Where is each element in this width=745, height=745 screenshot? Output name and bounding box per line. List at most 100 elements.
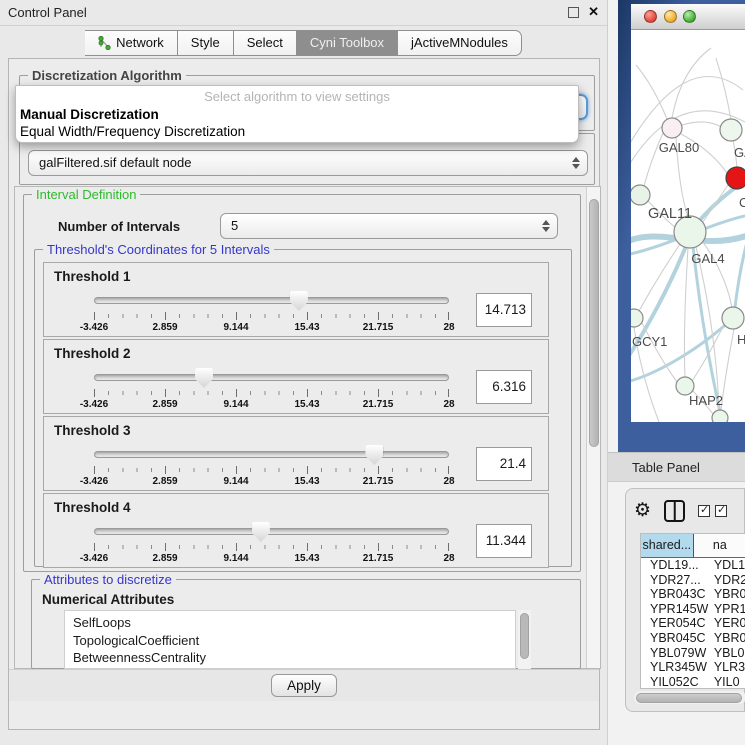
number-of-intervals-combo[interactable]: 5 <box>220 213 558 239</box>
slider-scale-labels: -3.4262.8599.14415.4321.71528 <box>94 553 449 565</box>
table-row[interactable]: YER054C YER0 <box>641 616 745 631</box>
slider-handle[interactable] <box>195 368 213 388</box>
minimize-traffic-light-icon[interactable] <box>664 10 677 23</box>
slider-handle[interactable] <box>365 445 383 465</box>
cyni-toolbox-panel: Discretization Algorithm Select algorith… <box>8 58 600 730</box>
attribute-list-item[interactable]: SelfLoops <box>73 614 515 632</box>
columns-icon[interactable] <box>664 500 685 522</box>
screen: Control Panel ✕ Network <box>0 0 745 745</box>
control-panel-titlebar: Control Panel ✕ <box>0 0 607 26</box>
slider-track[interactable] <box>94 528 449 535</box>
attribute-list-item[interactable]: BetweennessCentrality <box>73 649 515 667</box>
slider-track[interactable] <box>94 374 449 381</box>
network-node <box>631 185 650 205</box>
table-cell: YBR045C <box>641 631 710 646</box>
slider-track[interactable] <box>94 297 449 304</box>
top-tab[interactable]: Network <box>85 30 178 56</box>
table-row[interactable]: YPR145W YPR1 <box>641 602 745 617</box>
float-window-icon[interactable] <box>568 7 579 18</box>
combo-arrows-icon <box>542 220 550 232</box>
close-window-icon[interactable]: ✕ <box>588 4 599 20</box>
network-window-titlebar <box>631 4 745 30</box>
table-panel-titlebar: Table Panel <box>608 452 745 482</box>
table-body: YDL19... YDL1 YDR27... YDR2 YBR043C YBR0… <box>641 558 745 689</box>
table-cell: YBR0 <box>710 587 745 602</box>
threshold-value-field[interactable]: 21.4 <box>476 447 532 481</box>
threshold-slider[interactable]: -3.4262.8599.14415.4321.71528 <box>94 368 449 412</box>
node-label: GCY1 <box>632 334 667 349</box>
top-tab[interactable]: Cyni Toolbox <box>297 30 398 56</box>
table-data-combo[interactable]: galFiltered.sif default node <box>28 150 588 176</box>
tick-label: -3.426 <box>80 553 108 564</box>
threshold-value-field[interactable]: 14.713 <box>476 293 532 327</box>
network-tab-icon <box>98 36 111 50</box>
top-tab[interactable]: Select <box>234 30 297 56</box>
network-node <box>631 309 643 327</box>
tick-label: 28 <box>443 553 454 564</box>
algorithm-option-manual[interactable]: Manual Discretization <box>20 107 574 123</box>
table-panel-toolbar: ⚙ <box>634 497 744 525</box>
table-row[interactable]: YBR043C YBR0 <box>641 587 745 602</box>
slider-scale-labels: -3.4262.8599.14415.4321.71528 <box>94 476 449 488</box>
table-cell: YER054C <box>641 616 710 631</box>
threshold-value-field[interactable]: 11.344 <box>476 524 532 558</box>
threshold-slider[interactable]: -3.4262.8599.14415.4321.71528 <box>94 445 449 489</box>
network-node <box>662 118 682 138</box>
table-header-row: shared... na <box>641 534 745 558</box>
slider-ticks <box>94 543 449 552</box>
table-cell: YDR2 <box>710 573 745 588</box>
interval-definition-title: Interval Definition <box>32 187 140 202</box>
right-column: GAL80 GA C GAL11 GAL4 GCY1 H HAP2 Table … <box>608 0 745 745</box>
table-cell: YIL0 <box>710 675 745 689</box>
algorithm-option-equal-width[interactable]: Equal Width/Frequency Discretization <box>20 124 574 140</box>
control-panel-window: Control Panel ✕ Network <box>0 0 608 745</box>
tick-label: 15.43 <box>294 399 319 410</box>
tick-label: 9.144 <box>223 399 248 410</box>
tick-label: 2.859 <box>152 553 177 564</box>
slider-handle[interactable] <box>290 291 308 311</box>
tick-label: 21.715 <box>363 553 394 564</box>
threshold-slider[interactable]: -3.4262.8599.14415.4321.71528 <box>94 522 449 566</box>
tab-label: jActiveMNodules <box>411 31 508 55</box>
table-cell: YBL0 <box>710 646 745 661</box>
table-cell: YDL1 <box>710 558 745 573</box>
table-horizontal-scrollbar[interactable] <box>634 691 745 704</box>
apply-button[interactable]: Apply <box>271 674 337 697</box>
threshold-value-field[interactable]: 6.316 <box>476 370 532 404</box>
network-canvas[interactable]: GAL80 GA C GAL11 GAL4 GCY1 H HAP2 <box>631 30 745 422</box>
table-row[interactable]: YBR045C YBR0 <box>641 631 745 646</box>
zoom-traffic-light-icon[interactable] <box>683 10 696 23</box>
slider-track[interactable] <box>94 451 449 458</box>
column-header-shared[interactable]: shared... <box>641 534 694 557</box>
attribute-list-scrollbar[interactable] <box>518 610 531 669</box>
attribute-list-item[interactable]: TopologicalCoefficient <box>73 632 515 650</box>
threshold-panel: Threshold 3 -3.4262.8599.14415.4321.7152… <box>43 416 549 491</box>
tick-label: 9.144 <box>223 322 248 333</box>
slider-handle[interactable] <box>252 522 270 542</box>
threshold-label: Threshold 4 <box>54 500 131 515</box>
top-tab-bar: Network Style Select Cyni Toolbox jActiv… <box>0 30 607 56</box>
close-traffic-light-icon[interactable] <box>644 10 657 23</box>
threshold-slider[interactable]: -3.4262.8599.14415.4321.71528 <box>94 291 449 335</box>
thresholds-group: Threshold's Coordinates for 5 Intervals … <box>34 249 572 567</box>
table-row[interactable]: YDL19... YDL1 <box>641 558 745 573</box>
threshold-label: Threshold 1 <box>54 269 131 284</box>
table-row[interactable]: YDR27... YDR2 <box>641 573 745 588</box>
slider-scale-labels: -3.4262.8599.14415.4321.71528 <box>94 399 449 411</box>
table-row[interactable]: YIL052C YIL0 <box>641 675 745 689</box>
checkbox-icon[interactable] <box>715 505 727 517</box>
top-tab[interactable]: jActiveMNodules <box>398 30 522 56</box>
tick-label: 28 <box>443 476 454 487</box>
column-header-name[interactable]: na <box>694 534 745 557</box>
number-of-intervals-label: Number of Intervals <box>58 219 180 234</box>
table-row[interactable]: YBL079W YBL0 <box>641 646 745 661</box>
table-row[interactable]: YLR345W YLR3 <box>641 660 745 675</box>
settings-vertical-scrollbar[interactable] <box>586 187 600 668</box>
table-cell: YBR0 <box>710 631 745 646</box>
tab-label: Style <box>191 31 220 55</box>
table-cell: YIL052C <box>641 675 710 689</box>
checkbox-icon[interactable] <box>698 505 710 517</box>
gear-icon[interactable]: ⚙ <box>634 501 651 521</box>
node-label: GAL11 <box>648 206 692 222</box>
top-tab[interactable]: Style <box>178 30 234 56</box>
